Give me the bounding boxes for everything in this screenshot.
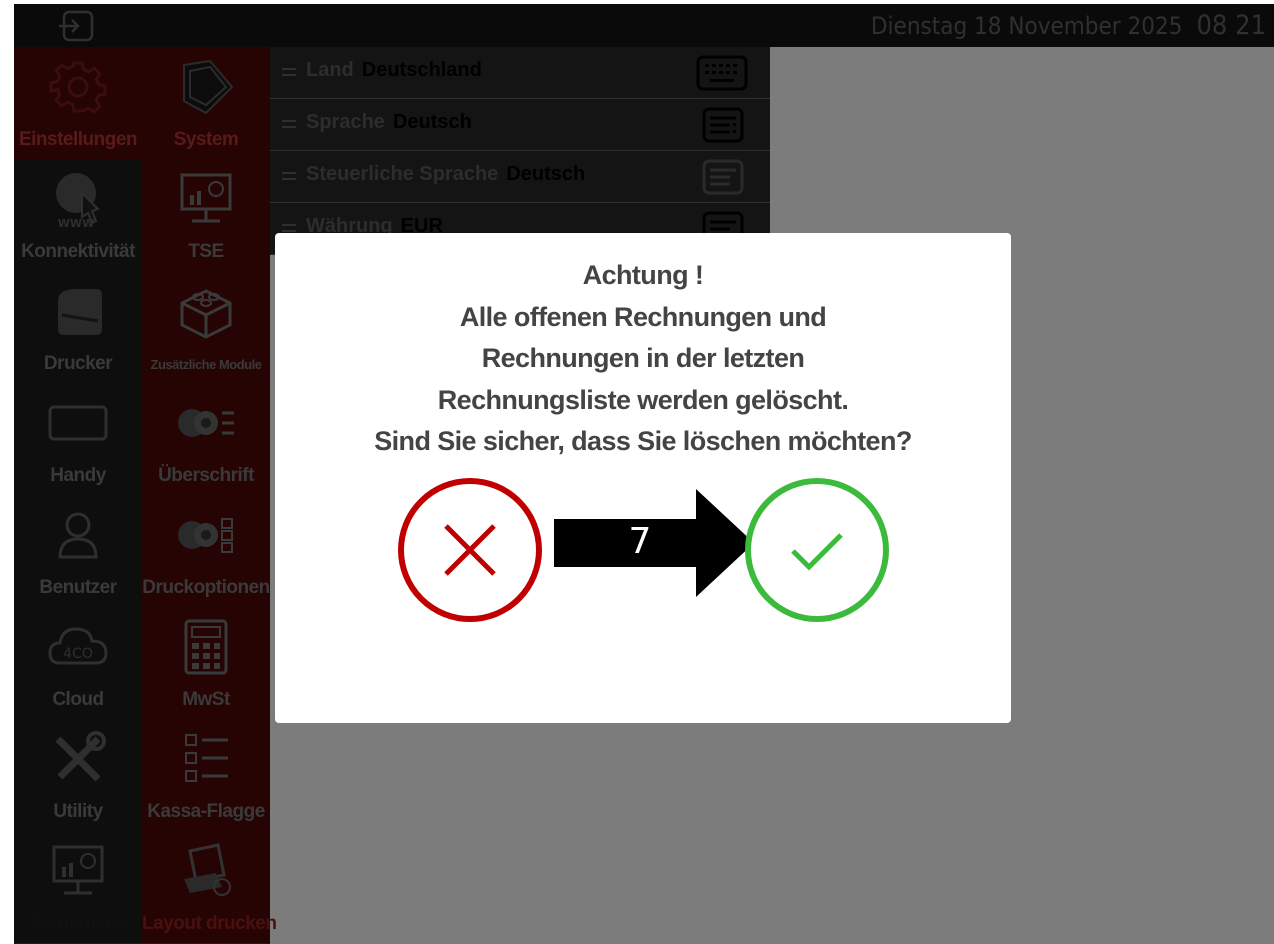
sidebar-item-steuerliche[interactable]: Steuerliche: [14, 831, 142, 943]
sidebar-item-label: Druckoptionen: [142, 577, 270, 598]
cancel-button[interactable]: [397, 477, 543, 623]
sidebar-item-kassa-flagge[interactable]: Kassa-Flagge: [142, 719, 270, 831]
printer-icon: [58, 289, 102, 335]
sidebar-item-label: Benutzer: [39, 577, 117, 598]
settings-list: Land Deutschland Sprache Deutsch Steuerlic…: [270, 47, 770, 255]
drag-handle-icon: [282, 172, 296, 180]
globe-icon: WWW: [56, 173, 100, 229]
sidebar-item-druckoptionen[interactable]: Druckoptionen: [142, 495, 270, 607]
tools-icon: [55, 731, 106, 782]
sidebar-item-benutzer[interactable]: Benutzer: [14, 495, 142, 607]
app-screen: Dienstag 18 November 2025 08 21 Einstellu…: [14, 4, 1274, 944]
sidebar-item-label: MwSt: [182, 689, 230, 710]
sidebar-item-mwst[interactable]: MwSt: [142, 607, 270, 719]
checklist-icon: [185, 734, 228, 782]
sidebar: Einstellungen System WWW Konnektivität T…: [14, 47, 277, 944]
dialog-title: Achtung !: [582, 260, 704, 290]
drag-handle-icon: [282, 68, 296, 76]
monitor-chart-icon: [180, 173, 232, 223]
dialog-question: Sind Sie sicher, dass Sie löschen möchte…: [374, 426, 912, 456]
setting-value: Deutsch: [506, 163, 586, 185]
sidebar-item-label: TSE: [188, 241, 224, 262]
svg-text:4CO: 4CO: [63, 646, 93, 662]
calculator-icon: [184, 619, 228, 675]
sidebar-item-cloud[interactable]: 4CO Cloud: [14, 607, 142, 719]
sidebar-item-tse[interactable]: TSE: [142, 159, 270, 271]
sidebar-item-konnektivitaet[interactable]: WWW Konnektivität: [14, 159, 142, 271]
cloud-icon: 4CO: [48, 627, 108, 665]
user-icon: [58, 512, 98, 559]
sidebar-item-label: Konnektivität: [21, 241, 135, 262]
sidebar-item-layout-drucken[interactable]: Layout drucken: [142, 831, 277, 943]
svg-text:WWW: WWW: [58, 217, 94, 229]
sidebar-item-label: Layout drucken: [142, 913, 277, 934]
monitor-chart-icon: [52, 845, 104, 895]
date-time-display: Dienstag 18 November 2025 08 21: [871, 10, 1266, 42]
confirm-delete-dialog: Achtung ! Alle offenen Rechnungen und Re…: [275, 233, 1011, 723]
dialog-text-line: Rechnungsliste werden gelöscht.: [437, 384, 849, 415]
print-layout-icon: [184, 843, 231, 896]
drag-handle-icon: [282, 224, 296, 232]
setting-label: Sprache: [306, 111, 385, 133]
settings-row-sprache[interactable]: Sprache Deutsch: [270, 99, 770, 151]
drag-handle-icon: [282, 120, 296, 128]
settings-row-land[interactable]: Land Deutschland: [270, 47, 770, 99]
dialog-text-line: Alle offenen Rechnungen und: [459, 301, 827, 332]
step-number: 7: [628, 521, 652, 562]
setting-label: Steuerliche Sprache: [306, 163, 499, 185]
sidebar-item-system[interactable]: System: [142, 47, 270, 159]
sidebar-item-drucker[interactable]: Drucker: [14, 271, 142, 383]
sidebar-item-label: Einstellungen: [18, 129, 138, 150]
setting-value: Deutsch: [392, 111, 472, 133]
system-icon: [183, 59, 234, 115]
current-time: 08 21: [1196, 10, 1266, 41]
sidebar-item-zusaetzliche-module[interactable]: Zusätzliche Module: [142, 271, 270, 383]
print-options-icon: [178, 518, 233, 553]
list-select-icon[interactable]: [696, 159, 748, 195]
sidebar-item-einstellungen[interactable]: Einstellungen: [14, 47, 142, 159]
sidebar-item-label: Steuerliche: [29, 913, 127, 934]
gear-icon: [49, 61, 107, 114]
sidebar-item-label: Überschrift: [158, 465, 254, 486]
sidebar-item-label: Zusätzliche Module: [150, 357, 262, 372]
receipt-header-icon: [178, 409, 234, 437]
keyboard-icon[interactable]: [696, 55, 748, 91]
sidebar-item-label: System: [173, 129, 239, 150]
sidebar-item-utility[interactable]: Utility: [14, 719, 142, 831]
phone-icon: [48, 405, 108, 441]
current-date: Dienstag 18 November 2025: [870, 12, 1183, 40]
dialog-message: Achtung ! Alle offenen Rechnungen und Re…: [275, 255, 1011, 463]
sidebar-item-label: Handy: [50, 465, 106, 486]
dialog-text-line: Rechnungen in der letzten: [481, 343, 805, 373]
sidebar-item-ueberschrift[interactable]: Überschrift: [142, 383, 270, 495]
sidebar-item-label: Drucker: [43, 353, 113, 374]
list-select-icon[interactable]: [696, 107, 748, 143]
setting-value: Deutschland: [361, 59, 482, 81]
sidebar-item-handy[interactable]: Handy: [14, 383, 142, 495]
sidebar-item-label: Cloud: [52, 689, 104, 710]
sidebar-item-label: Kassa-Flagge: [147, 801, 265, 822]
logout-icon[interactable]: [58, 10, 96, 42]
confirm-button[interactable]: [744, 477, 890, 623]
settings-row-steuerliche-sprache[interactable]: Steuerliche Sprache Deutsch: [270, 151, 770, 203]
lego-block-icon: [180, 289, 232, 339]
top-bar: Dienstag 18 November 2025 08 21: [14, 4, 1274, 47]
sidebar-item-label: Utility: [53, 801, 103, 822]
setting-label: Land: [306, 59, 354, 81]
